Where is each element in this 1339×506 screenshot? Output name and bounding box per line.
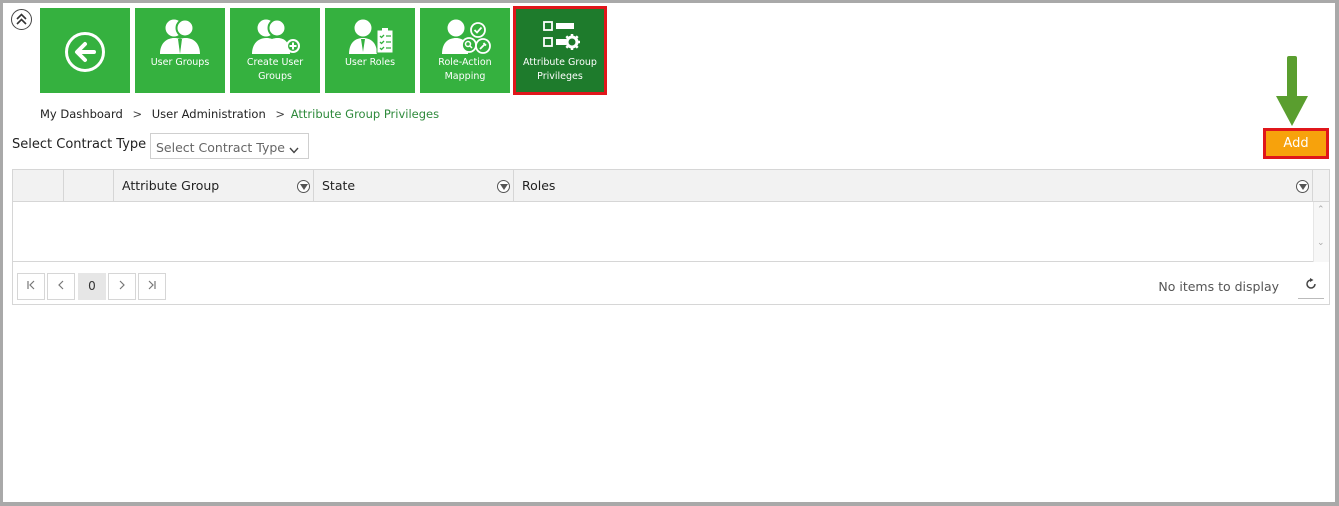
tile-role-action-mapping[interactable]: Role-Action Mapping (420, 8, 510, 93)
header-label: Attribute Group (122, 178, 220, 193)
contract-type-select[interactable]: Select Contract Type (150, 133, 309, 159)
contract-type-label: Select Contract Type (12, 137, 147, 152)
header-cell-state[interactable]: State (314, 170, 514, 201)
next-page-button[interactable] (108, 273, 136, 300)
role-action-mapping-icon (420, 18, 510, 60)
refresh-button[interactable] (1298, 275, 1324, 299)
scroll-up-icon[interactable]: ⌃ (1317, 205, 1325, 215)
grid-pager: 0 No items to display (13, 263, 1329, 305)
next-page-icon (119, 280, 125, 290)
last-page-button[interactable] (138, 273, 166, 300)
breadcrumb: My Dashboard > User Administration > Att… (40, 107, 439, 121)
breadcrumb-item-user-administration[interactable]: User Administration (152, 107, 266, 121)
down-arrow-icon (1274, 56, 1310, 132)
pager-info: No items to display (1158, 279, 1279, 294)
header-label: State (322, 178, 356, 193)
tile-label: User Groups (150, 57, 210, 68)
vertical-scrollbar[interactable]: ⌃ ⌄ (1313, 202, 1329, 262)
grid-header: Attribute Group State Roles (13, 170, 1329, 202)
grid-body: ⌃ ⌄ (13, 202, 1329, 262)
back-tile[interactable] (40, 8, 130, 93)
tile-create-user-groups[interactable]: Create User Groups (230, 8, 320, 93)
scroll-down-icon[interactable]: ⌄ (1317, 238, 1325, 248)
collapse-toolbar-button[interactable] (11, 9, 32, 30)
first-page-button[interactable] (17, 273, 45, 300)
user-groups-icon (135, 18, 225, 60)
chevron-down-icon (289, 142, 299, 157)
filter-icon[interactable] (297, 180, 310, 193)
current-page-button[interactable]: 0 (78, 273, 106, 300)
create-user-group-icon (230, 18, 320, 60)
privileges-grid: Attribute Group State Roles ⌃ ⌄ 0 No ite… (12, 169, 1330, 305)
contract-type-placeholder: Select Contract Type (156, 140, 285, 155)
filter-icon[interactable] (1296, 180, 1309, 193)
header-cell-blank-1 (13, 170, 64, 201)
previous-page-button[interactable] (47, 273, 75, 300)
tile-label: Attribute Group Privileges (523, 57, 597, 82)
tile-user-groups[interactable]: User Groups (135, 8, 225, 93)
double-chevron-up-icon (16, 13, 27, 25)
breadcrumb-item-dashboard[interactable]: My Dashboard (40, 107, 123, 121)
refresh-icon (1306, 278, 1316, 289)
breadcrumb-separator: > (132, 107, 143, 121)
first-page-icon (27, 280, 35, 290)
header-label: Roles (522, 178, 556, 193)
user-roles-icon (325, 18, 415, 60)
tile-label: Create User Groups (246, 57, 304, 82)
header-cell-roles[interactable]: Roles (514, 170, 1313, 201)
last-page-icon (148, 280, 156, 290)
header-cell-blank-2 (64, 170, 114, 201)
back-arrow-icon (40, 31, 130, 73)
breadcrumb-separator: > (275, 107, 286, 121)
filter-icon[interactable] (497, 180, 510, 193)
tile-label: User Roles (344, 57, 396, 68)
tile-user-roles[interactable]: User Roles (325, 8, 415, 93)
add-button[interactable]: Add (1263, 128, 1329, 159)
breadcrumb-item-current: Attribute Group Privileges (290, 107, 440, 121)
attribute-group-privileges-icon (515, 18, 605, 60)
header-cell-attribute-group[interactable]: Attribute Group (114, 170, 314, 201)
previous-page-icon (58, 280, 64, 290)
tile-label: Role-Action Mapping (438, 57, 492, 82)
tile-attribute-group-privileges[interactable]: Attribute Group Privileges (513, 6, 607, 95)
